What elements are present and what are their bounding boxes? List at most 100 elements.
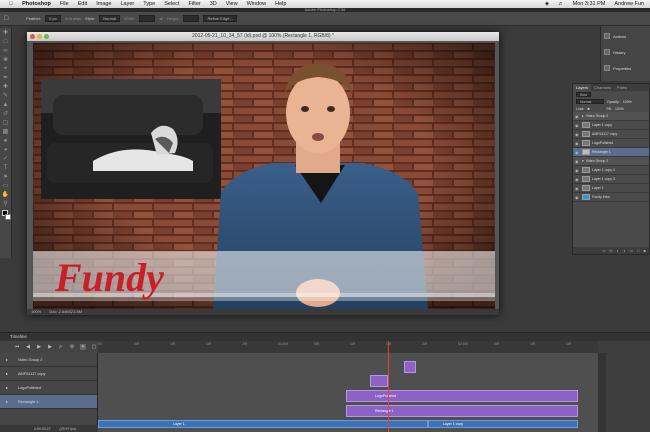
timeline-tracks-area[interactable]: LogoPolished Rectangle 1 Layer 1 Layer 1… (98, 353, 598, 432)
feather-input[interactable]: 0 px (45, 15, 61, 22)
eye-icon[interactable]: ◉ (575, 150, 580, 155)
clip-logopolished[interactable]: LogoPolished (346, 390, 578, 402)
actions-panel-button[interactable]: Actions (601, 30, 650, 42)
move-tool-icon[interactable]: ✚ (2, 30, 10, 37)
dodge-icon[interactable]: ◕ (2, 147, 10, 154)
menu-view[interactable]: View (226, 1, 238, 7)
eye-icon[interactable]: ◉ (575, 168, 580, 173)
menu-file[interactable]: File (60, 1, 69, 7)
path-select-icon[interactable]: ➤ (2, 174, 10, 181)
width-input[interactable] (139, 15, 156, 22)
clip-amf04117[interactable] (370, 375, 388, 387)
menu-3d[interactable]: 3D (210, 1, 217, 7)
layer-row[interactable]: ◉ ▾ Video Group 1 (573, 157, 649, 166)
track-amf04117-copy[interactable]: ▸ AMF04117 copy (0, 367, 97, 381)
time-ruler[interactable]: 00 05f 10f 15f 20f 01:00f 05f 10f 15f 20f 02:00f 05… (98, 341, 598, 353)
gradient-icon[interactable]: ▩ (2, 129, 10, 136)
clip-layer-1-copy[interactable]: Layer 1 copy (428, 420, 578, 428)
brush-tool-icon[interactable]: ✎ (2, 93, 10, 100)
track-rectangle-1[interactable]: ▸ Rectangle 1 (0, 395, 97, 409)
first-frame-icon[interactable]: ⏮ (14, 344, 20, 350)
tab-paths[interactable]: Paths (614, 84, 630, 91)
eyedropper-icon[interactable]: ✒ (2, 75, 10, 82)
playhead[interactable] (388, 341, 389, 432)
clock[interactable]: Mon 3:31 PM (573, 1, 606, 7)
timeline-scrollbar[interactable] (598, 353, 606, 432)
fx-icon[interactable]: fx (609, 248, 612, 253)
zoom-icon[interactable] (44, 34, 49, 39)
layer-row[interactable]: ◉ LogoPolished (573, 139, 649, 148)
next-frame-icon[interactable]: ▶ (47, 344, 53, 350)
layer-row[interactable]: ◉ Layer 1 (573, 184, 649, 193)
timeline-title[interactable]: Timeline (0, 333, 650, 341)
document-window[interactable]: 2012-05-21_10_34_57 (ld).psd @ 100% (Rec… (27, 32, 499, 315)
history-panel-button[interactable]: History (601, 46, 650, 58)
new-layer-icon[interactable]: □ (637, 248, 639, 253)
doc-size[interactable]: Doc: 2.64M/21.5M (49, 309, 82, 315)
settings-icon[interactable]: ⚙ (69, 344, 75, 350)
link-icon[interactable]: ∞ (603, 248, 606, 253)
split-icon[interactable]: ✦ (80, 344, 86, 350)
document-title[interactable]: 2012-05-21_10_34_57 (ld).psd @ 100% (Rec… (27, 32, 499, 41)
shape-tool-icon[interactable]: ▭ (2, 183, 10, 190)
eye-icon[interactable]: ◉ (575, 159, 580, 164)
mask-icon[interactable]: ◐ (617, 248, 619, 253)
prev-frame-icon[interactable]: ◀ (25, 344, 31, 350)
menu-image[interactable]: Image (96, 1, 111, 7)
layer-row[interactable]: ◉ Layer 1 copy 3 (573, 175, 649, 184)
zoom-level[interactable]: 100% (31, 309, 41, 315)
lock-icon[interactable]: ■ (587, 107, 589, 111)
menu-type[interactable]: Type (143, 1, 155, 7)
history-brush-icon[interactable]: ↺ (2, 111, 10, 118)
clip-layer-1[interactable]: Layer 1 (98, 420, 428, 428)
layer-kind-filter[interactable]: Kind (576, 92, 592, 97)
eraser-icon[interactable]: ▢ (2, 120, 10, 127)
new-group-icon[interactable]: ▭ (629, 248, 633, 253)
blur-icon[interactable]: ● (2, 138, 10, 145)
menu-filter[interactable]: Filter (189, 1, 201, 7)
marquee-tool-icon[interactable]: □ (2, 39, 10, 46)
eye-icon[interactable]: ◉ (575, 186, 580, 191)
play-icon[interactable]: ▶ (36, 344, 42, 350)
track-video-group-2[interactable]: ▸ Video Group 2 (0, 353, 97, 367)
menu-layer[interactable]: Layer (121, 1, 135, 7)
crop-tool-icon[interactable]: ⌖ (2, 66, 10, 73)
current-time[interactable]: 0:00:00:27 (34, 427, 51, 431)
type-tool-icon[interactable]: T (2, 165, 10, 172)
zoom-tool-icon[interactable]: ⚲ (2, 201, 10, 208)
fill-value[interactable]: 100% (615, 107, 624, 111)
layer-row[interactable]: ◉ AMF04117 copy (573, 130, 649, 139)
eye-icon[interactable]: ◉ (575, 123, 580, 128)
eye-icon[interactable]: ◉ (575, 114, 580, 119)
clip-rectangle-1[interactable]: Rectangle 1 (346, 405, 578, 417)
menu-select[interactable]: Select (164, 1, 179, 7)
adjustment-icon[interactable]: ◑ (623, 248, 625, 253)
antialias-checkbox[interactable]: Anti-alias (65, 16, 81, 21)
menu-app-name[interactable]: Photoshop (22, 1, 51, 7)
apple-icon[interactable]:  (9, 1, 13, 7)
tab-channels[interactable]: Channels (591, 84, 614, 91)
close-icon[interactable] (30, 34, 35, 39)
eye-icon[interactable]: ◉ (575, 195, 580, 200)
clip-video-group-2[interactable] (404, 361, 416, 373)
healing-brush-icon[interactable]: ✚ (2, 84, 10, 91)
quick-select-icon[interactable]: ❀ (2, 57, 10, 64)
minimize-icon[interactable] (37, 34, 42, 39)
audio-icon[interactable]: ♬ (58, 344, 64, 350)
layer-row[interactable]: ◉ Fundy Intro (573, 193, 649, 202)
wifi-icon[interactable]: ◈ (545, 1, 549, 7)
clone-stamp-icon[interactable]: ▲ (2, 102, 10, 109)
properties-panel-button[interactable]: Properties (601, 62, 650, 74)
layer-row[interactable]: ◉ ▸ Video Group 2 (573, 112, 649, 121)
volume-icon[interactable]: ♬ (558, 1, 564, 7)
transition-icon[interactable]: ▢ (91, 344, 97, 350)
hand-tool-icon[interactable]: ✋ (2, 192, 10, 199)
expand-icon[interactable]: ▸ (6, 395, 8, 409)
layer-row[interactable]: ◉ Layer 1 copy 4 (573, 166, 649, 175)
marquee-tool-icon[interactable]: □ (4, 15, 8, 22)
height-input[interactable] (183, 15, 200, 22)
style-select[interactable]: Normal (99, 15, 121, 22)
blend-mode-select[interactable]: Normal (576, 99, 604, 104)
expand-icon[interactable]: ▸ (6, 367, 8, 381)
opacity-value[interactable]: 100% (623, 100, 632, 104)
